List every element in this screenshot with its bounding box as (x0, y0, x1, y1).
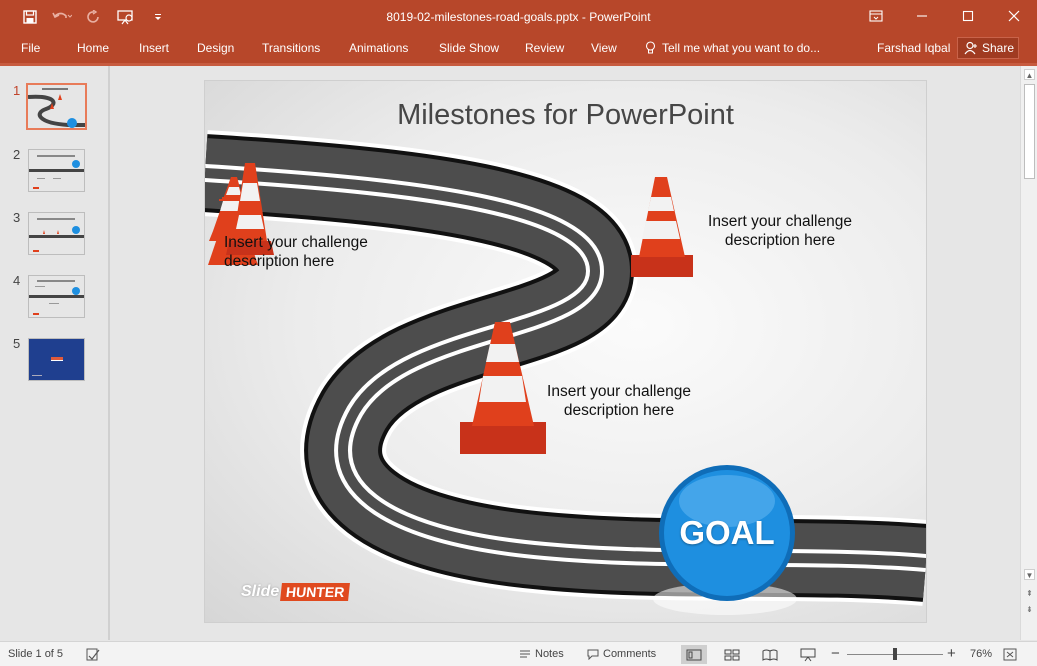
powerpoint-window: 8019-02-milestones-road-goals.pptx - Pow… (0, 0, 1037, 666)
notes-label: Notes (535, 648, 564, 660)
share-person-icon (964, 41, 977, 55)
zoom-out-button[interactable]: − (831, 645, 840, 662)
zoom-in-button[interactable]: + (947, 645, 956, 662)
tab-insert[interactable]: Insert (139, 41, 169, 55)
notes-button[interactable]: Notes (519, 648, 564, 660)
slide-counter: Slide 1 of 5 (8, 648, 64, 660)
minimize-icon[interactable] (899, 0, 945, 32)
challenge-line: Insert your challenge (547, 383, 691, 400)
tab-animations[interactable]: Animations (349, 41, 408, 55)
ribbon-display-options-icon[interactable] (853, 0, 899, 32)
comments-button[interactable]: Comments (587, 648, 656, 660)
tab-slide-show[interactable]: Slide Show (439, 41, 499, 55)
save-icon[interactable] (14, 6, 46, 28)
tell-me-label: Tell me what you want to do... (662, 41, 821, 55)
comments-label: Comments (603, 648, 657, 660)
spell-check-icon[interactable] (86, 648, 100, 661)
undo-icon[interactable] (46, 6, 78, 28)
slide-thumbnail[interactable] (28, 338, 85, 381)
reading-view-icon[interactable] (757, 645, 783, 664)
zoom-slider-thumb[interactable] (893, 648, 897, 660)
thumbnail-row[interactable]: 4 (0, 273, 108, 325)
maximize-icon[interactable] (945, 0, 991, 32)
thumbnail-number: 4 (13, 273, 21, 288)
slide-thumbnail[interactable] (28, 149, 85, 192)
customize-qat-icon[interactable] (142, 6, 174, 28)
comments-icon (587, 649, 599, 660)
goal-label[interactable]: GOAL (659, 514, 795, 552)
slide-thumbnail-pane: 1 2 3 4 5 (0, 66, 108, 640)
challenge-line: Insert your challenge (224, 234, 368, 251)
notes-icon (520, 649, 530, 658)
ribbon-tabs: File Home Insert Design Transitions Anim… (0, 34, 1037, 63)
challenge-text-2[interactable]: Insert your challenge description here (701, 212, 859, 250)
slide-show-icon[interactable] (795, 645, 821, 664)
share-button[interactable]: Share (957, 37, 1019, 59)
vertical-scrollbar[interactable]: ▲ ▼ ⇞ ⇟ (1020, 66, 1037, 640)
road-illustration (205, 130, 926, 615)
logo-part-hunter: HUNTER (280, 583, 351, 601)
tab-transitions[interactable]: Transitions (262, 41, 320, 55)
fit-slide-icon[interactable] (1003, 648, 1017, 661)
thumbnail-number: 3 (13, 210, 21, 225)
user-name[interactable]: Farshad Iqbal (877, 41, 950, 55)
tell-me-search[interactable]: Tell me what you want to do... (645, 41, 820, 55)
thumbnail-row[interactable]: 2 (0, 147, 108, 199)
slide-canvas[interactable]: Milestones for PowerPoint Insert your ch… (205, 81, 926, 622)
challenge-line: Insert your challenge (708, 213, 852, 230)
slide-editing-area: Milestones for PowerPoint Insert your ch… (110, 66, 1020, 640)
tab-design[interactable]: Design (197, 41, 234, 55)
slide-thumbnail[interactable] (26, 83, 87, 130)
tab-file[interactable]: File (21, 41, 40, 55)
thumbnail-row[interactable]: 5 (0, 336, 108, 388)
tab-review[interactable]: Review (525, 41, 564, 55)
challenge-line: description here (724, 232, 836, 249)
thumbnail-number: 1 (13, 83, 21, 98)
lightbulb-icon (645, 41, 656, 54)
logo-part-slide: Slide (241, 583, 280, 600)
previous-slide-icon[interactable]: ⇞ (1024, 588, 1035, 599)
normal-view-icon[interactable] (681, 645, 707, 664)
title-bar: 8019-02-milestones-road-goals.pptx - Pow… (0, 0, 1037, 34)
scrollbar-thumb[interactable] (1024, 84, 1035, 179)
slidehunter-logo: Slide HUNTER (241, 583, 351, 601)
slide-thumbnail[interactable] (28, 212, 85, 255)
challenge-line: description here (224, 253, 335, 270)
redo-icon[interactable] (78, 6, 110, 28)
next-slide-icon[interactable]: ⇟ (1024, 604, 1035, 615)
scroll-up-icon[interactable]: ▲ (1024, 69, 1035, 80)
scroll-down-icon[interactable]: ▼ (1024, 569, 1035, 580)
thumbnail-row[interactable]: 3 (0, 210, 108, 262)
tab-home[interactable]: Home (77, 41, 109, 55)
zoom-level[interactable]: 76% (970, 648, 992, 660)
close-icon[interactable] (991, 0, 1037, 32)
share-label: Share (982, 41, 1015, 55)
challenge-line: description here (563, 402, 675, 419)
slide-sorter-icon[interactable] (719, 645, 745, 664)
slide-thumbnail[interactable] (28, 275, 85, 318)
quick-access-toolbar (14, 6, 174, 28)
thumbnail-row[interactable]: 1 (0, 83, 108, 135)
window-controls (853, 0, 1037, 32)
thumbnail-number: 5 (13, 336, 21, 351)
thumbnail-number: 2 (13, 147, 21, 162)
status-bar: Slide 1 of 5 Notes Comments − + 76% (0, 641, 1037, 666)
challenge-text-1[interactable]: Insert your challenge description here (224, 233, 394, 271)
present-from-start-icon[interactable] (110, 6, 142, 28)
slide-title[interactable]: Milestones for PowerPoint (205, 99, 926, 132)
traffic-cone-icon (631, 177, 693, 277)
challenge-text-3[interactable]: Insert your challenge description here (540, 382, 698, 420)
tab-view[interactable]: View (591, 41, 617, 55)
